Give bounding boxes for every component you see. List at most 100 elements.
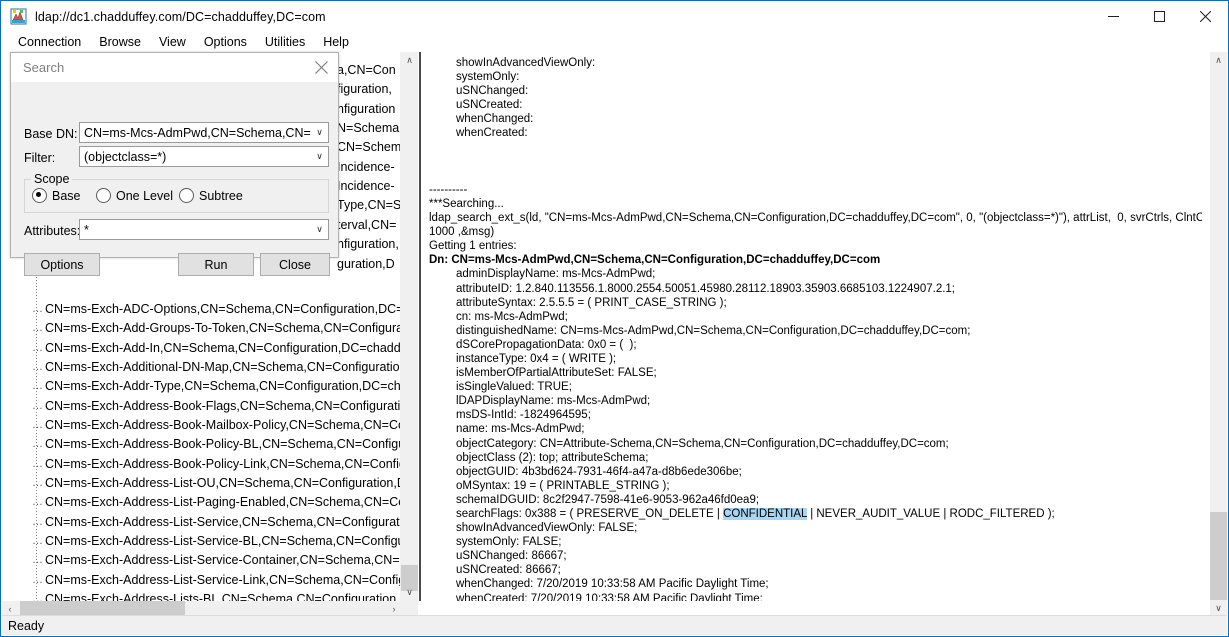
tree-item-occluded[interactable]: Incidence- <box>337 158 395 177</box>
tree-item-label: CN=ms-Exch-Address-List-Service,CN=Schem… <box>45 514 402 529</box>
output-line: systemOnly: <box>456 71 520 84</box>
tree-item-label: CN=ms-Exch-Add-Groups-To-Token,CN=Schema… <box>45 321 402 336</box>
scope-radio-base[interactable]: Base <box>32 188 81 203</box>
tree-item-occluded[interactable]: guration,D <box>337 255 395 274</box>
chevron-down-icon[interactable]: ∨ <box>311 151 328 162</box>
tree-item-occluded[interactable]: terval,CN= <box>337 216 396 235</box>
output-line: whenCreated: <box>456 127 528 140</box>
output-line: instanceType: 0x4 = ( WRITE ); <box>456 352 617 365</box>
tree-item[interactable]: … CN=ms-Exch-Address-List-Service-Contain… <box>2 551 402 570</box>
tree-item-label: CN=ms-Exch-Addr-Type,CN=Schema,CN=Config… <box>45 379 402 394</box>
close-dialog-button[interactable]: Close <box>260 253 330 276</box>
output-line: isSingleValued: TRUE; <box>456 381 572 394</box>
menu-item-browse[interactable]: Browse <box>90 33 150 51</box>
tree-branch-icon: … <box>32 496 43 509</box>
attributes-label: Attributes: <box>24 224 81 238</box>
minimize-button[interactable] <box>1090 1 1136 32</box>
scope-radio-subtree[interactable]: Subtree <box>179 188 243 203</box>
base-dn-input[interactable]: CN=ms-Mcs-AdmPwd,CN=Schema,CN=Configu ∨ <box>79 122 329 143</box>
scope-radio-one-level[interactable]: One Level <box>96 188 173 203</box>
tree-item-label: CN=ms-Exch-Additional-DN-Map,CN=Schema,C… <box>45 360 402 375</box>
maximize-button[interactable] <box>1136 1 1182 32</box>
radio-icon <box>179 188 194 203</box>
output-scroll-up-icon[interactable]: ∧ <box>1210 52 1227 69</box>
menu-item-connection[interactable]: Connection <box>9 33 90 51</box>
tree-item[interactable]: … CN=ms-Exch-Addr-Type,CN=Schema,CN=Confi… <box>2 377 402 396</box>
tree-item-label: CN=ms-Exch-Add-In,CN=Schema,CN=Configura… <box>45 340 402 355</box>
tree-item-occluded[interactable]: Type,CN=S <box>337 196 401 215</box>
selected-text[interactable]: CONFIDENTIAL <box>723 508 807 520</box>
tree-item-occluded[interactable]: nfiguration, <box>337 235 399 254</box>
output-vscroll-thumb[interactable] <box>1210 512 1227 600</box>
output-line: showInAdvancedViewOnly: FALSE; <box>456 522 638 535</box>
ldp-app-icon <box>10 8 27 25</box>
output-text[interactable]: showInAdvancedViewOnly: systemOnly: uSNCha… <box>422 52 1202 601</box>
tree-item[interactable]: … CN=ms-Exch-Address-Book-Policy-BL,CN=Sc… <box>2 435 402 454</box>
scope-radio-one-level-label: One Level <box>116 188 173 203</box>
tree-scroll-up-icon[interactable]: ∧ <box>401 52 418 69</box>
ldp-main-window: ldap://dc1.chadduffey.com/DC=chadduffey,… <box>0 0 1229 637</box>
tree-scroll-down-icon[interactable]: ∨ <box>401 584 418 601</box>
output-line: attributeID: 1.2.840.113556.1.8000.2554.… <box>456 282 955 295</box>
menu-item-utilities[interactable]: Utilities <box>256 33 314 51</box>
tree-item[interactable]: … CN=ms-Exch-Address-List-OU,CN=Schema,CN… <box>2 474 402 493</box>
menu-item-help[interactable]: Help <box>314 33 358 51</box>
tree-item-label: CN=ms-Exch-Address-Book-Policy-Link,CN=S… <box>45 456 402 471</box>
chevron-down-icon[interactable]: ∨ <box>311 127 328 138</box>
tree-item[interactable]: … CN=ms-Exch-Address-Book-Mailbox-Policy,… <box>2 416 402 435</box>
tree-item[interactable]: … CN=ms-Exch-Address-List-Service,CN=Sche… <box>2 513 402 532</box>
window-title: ldap://dc1.chadduffey.com/DC=chadduffey,… <box>35 9 326 24</box>
tree-item-occluded[interactable]: N=Schema <box>337 119 399 138</box>
chevron-down-icon[interactable]: ∨ <box>311 224 328 235</box>
tree-item[interactable]: … CN=ms-Exch-Address-List-Paging-Enabled,… <box>2 493 402 512</box>
options-button[interactable]: Options <box>24 253 100 276</box>
output-line-suffix: | NEVER_AUDIT_VALUE | RODC_FILTERED ); <box>807 508 1055 520</box>
filter-value: (objectclass=*) <box>84 149 167 164</box>
tree-vertical-scrollbar[interactable]: ∧ ∨ <box>400 52 418 601</box>
attributes-input[interactable]: * ∨ <box>79 219 329 240</box>
output-line: distinguishedName: CN=ms-Mcs-AdmPwd,CN=S… <box>456 324 971 337</box>
tree-item-label: CN=ms-Exch-Address-List-Service-BL,CN=Sc… <box>45 534 402 549</box>
filter-input[interactable]: (objectclass=*) ∨ <box>79 146 329 167</box>
tree-item[interactable]: … CN=ms-Exch-Add-In,CN=Schema,CN=Configur… <box>2 339 402 358</box>
close-button[interactable] <box>1182 1 1228 32</box>
tree-item-label: CN=ms-Exch-Address-Book-Flags,CN=Schema,… <box>45 398 402 413</box>
output-line: uSNCreated: 86667; <box>456 564 561 577</box>
run-button[interactable]: Run <box>178 253 254 276</box>
output-line: objectCategory: CN=Attribute-Schema,CN=S… <box>456 437 949 450</box>
tree-item[interactable]: … CN=ms-Exch-ADC-Options,CN=Schema,CN=Con… <box>2 300 402 319</box>
output-pane[interactable]: showInAdvancedViewOnly: systemOnly: uSNCha… <box>422 52 1227 617</box>
tree-item-occluded[interactable]: CN=Schem <box>337 138 401 157</box>
scope-radio-subtree-label: Subtree <box>199 188 243 203</box>
tree-branch-icon: … <box>32 380 43 393</box>
scope-group-label: Scope <box>31 172 73 186</box>
tree-item[interactable]: … CN=ms-Exch-Address-List-Service-Link,CN… <box>2 571 402 590</box>
tree-item-occluded[interactable]: nfiguration <box>337 100 395 119</box>
tree-item[interactable]: … CN=ms-Exch-Address-Lists-BL,CN=Schema,C… <box>2 590 402 601</box>
tree-item[interactable]: … CN=ms-Exch-Address-List-Service-BL,CN=S… <box>2 532 402 551</box>
tree-branch-icon: … <box>32 573 43 586</box>
tree-item[interactable]: … CN=ms-Exch-Add-Groups-To-Token,CN=Schem… <box>2 319 402 338</box>
tree-item[interactable]: … CN=ms-Exch-Address-Book-Flags,CN=Schema… <box>2 397 402 416</box>
search-dialog-close-icon[interactable] <box>309 56 333 78</box>
output-vertical-scrollbar[interactable]: ∧ ∨ <box>1210 52 1227 617</box>
search-dialog-titlebar: Search <box>11 53 338 82</box>
output-line: showInAdvancedViewOnly: <box>456 57 596 69</box>
output-line: msDS-IntId: -1824964595; <box>456 409 591 422</box>
tree-item-occluded[interactable]: figuration, <box>337 80 392 99</box>
tree-item[interactable]: … CN=ms-Exch-Address-Book-Policy-Link,CN=… <box>2 455 402 474</box>
maximize-icon <box>1153 11 1165 22</box>
radio-icon <box>96 188 111 203</box>
tree-item-occluded[interactable]: a,CN=Con <box>337 61 396 80</box>
filter-label: Filter: <box>24 151 56 165</box>
output-line: 1000 ,&msg) <box>429 226 495 239</box>
menu-item-view[interactable]: View <box>150 33 195 51</box>
tree-item-label: CN=ms-Exch-ADC-Options,CN=Schema,CN=Conf… <box>45 302 402 316</box>
menu-item-options[interactable]: Options <box>195 33 256 51</box>
tree-branch-icon: … <box>32 515 43 528</box>
search-dialog[interactable]: Search Base DN: CN=ms-Mcs-AdmPwd,CN=Sche… <box>10 52 339 276</box>
tree-item-label: CN=ms-Exch-Address-List-Paging-Enabled,C… <box>45 495 402 510</box>
tree-item[interactable]: … CN=ms-Exch-Additional-DN-Map,CN=Schema,… <box>2 358 402 377</box>
tree-item-occluded[interactable]: Incidence- <box>337 177 395 196</box>
